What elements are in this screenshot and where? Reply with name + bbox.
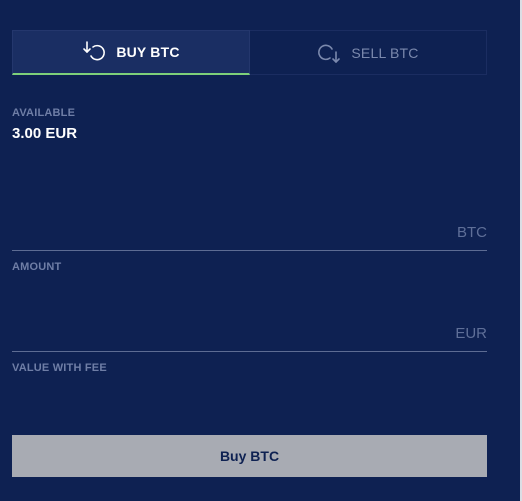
tab-buy-btc[interactable]: BUY BTC [12, 30, 250, 75]
value-with-fee-input[interactable] [12, 312, 436, 352]
amount-field: BTC [12, 211, 487, 251]
value-with-fee-label: VALUE WITH FEE [12, 362, 107, 374]
amount-unit: BTC [457, 224, 487, 241]
tab-sell-btc[interactable]: SELL BTC [250, 30, 487, 75]
available-label: AVAILABLE [12, 107, 76, 119]
sell-arrow-circle-icon [317, 42, 341, 64]
buy-btc-button[interactable]: Buy BTC [12, 435, 487, 477]
amount-input[interactable] [12, 211, 436, 251]
value-with-fee-unit: EUR [455, 325, 487, 342]
trade-tabs: BUY BTC SELL BTC [12, 30, 487, 75]
available-balance: 3.00 EUR [12, 125, 78, 142]
buy-arrow-circle-icon [82, 41, 106, 63]
trade-panel: BUY BTC SELL BTC AVAILABLE 3.00 EUR BTC … [0, 0, 522, 501]
value-with-fee-field: EUR [12, 312, 487, 352]
amount-label: AMOUNT [12, 261, 62, 273]
tab-sell-label: SELL BTC [351, 44, 419, 61]
tab-buy-label: BUY BTC [116, 44, 180, 60]
